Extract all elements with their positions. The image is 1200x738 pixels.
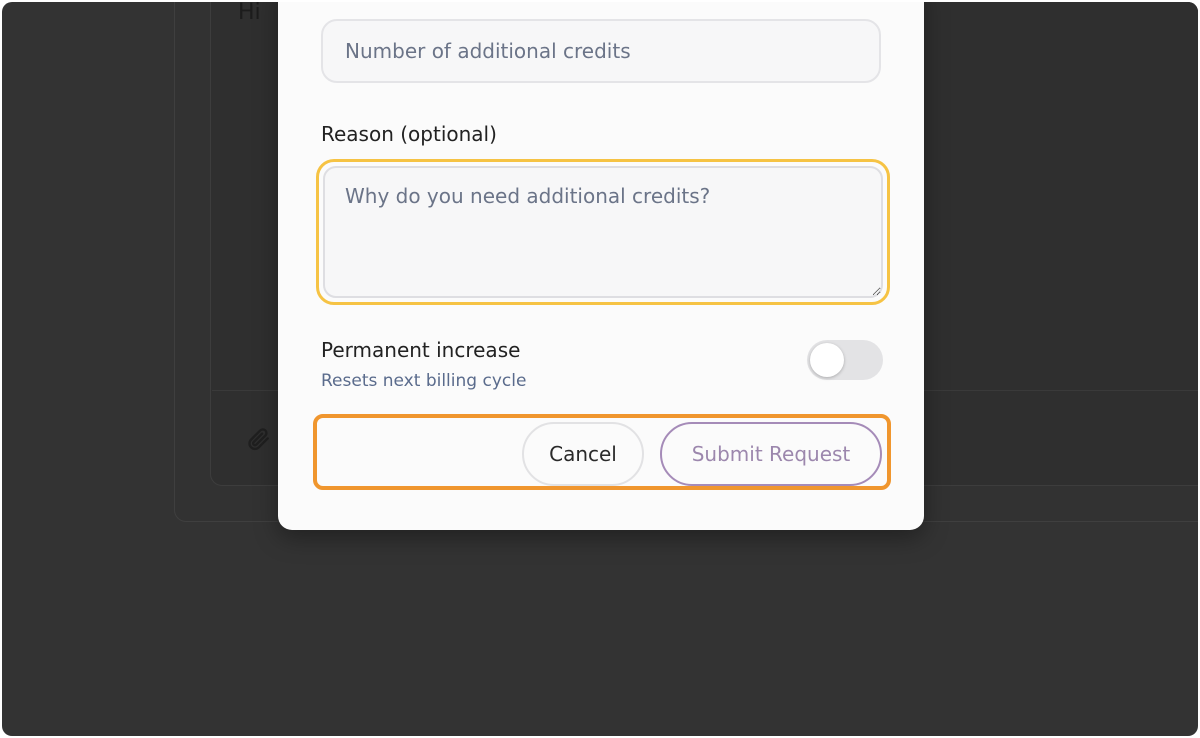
reason-textarea[interactable] xyxy=(323,166,883,298)
reason-focus-ring xyxy=(316,159,890,305)
submit-request-button[interactable]: Submit Request xyxy=(660,422,882,486)
screen: Hi Reason (optional) Permanent increase … xyxy=(2,2,1198,736)
reason-label: Reason (optional) xyxy=(321,122,497,146)
credits-input[interactable] xyxy=(321,19,881,83)
permanent-increase-hint: Resets next billing cycle xyxy=(321,371,527,391)
paperclip-icon[interactable] xyxy=(246,426,272,452)
request-credits-modal: Reason (optional) Permanent increase Res… xyxy=(278,2,924,530)
permanent-increase-toggle[interactable] xyxy=(807,340,883,380)
toggle-knob xyxy=(810,343,844,377)
permanent-increase-label: Permanent increase xyxy=(321,338,521,362)
cancel-button[interactable]: Cancel xyxy=(522,422,644,486)
background-greeting: Hi xyxy=(238,2,261,25)
